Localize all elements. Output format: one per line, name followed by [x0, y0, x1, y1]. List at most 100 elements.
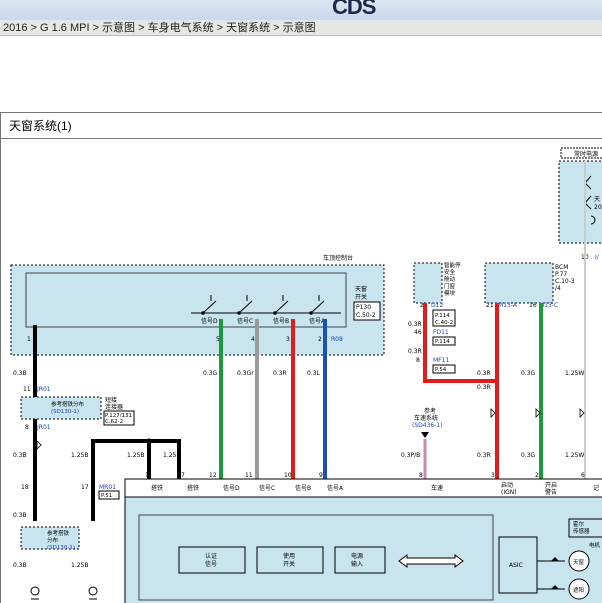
d12-label: D12 — [431, 302, 443, 309]
overhead-console-label: 车顶控制台 — [323, 254, 353, 262]
svg-text:20: 20 — [594, 204, 602, 211]
wire-03g-b: 0.3G — [521, 370, 536, 377]
svg-text:(SD130-1): (SD130-1) — [47, 545, 75, 551]
pin-2: 2 — [318, 336, 322, 343]
svg-text:0.3B: 0.3B — [13, 562, 27, 569]
wire-03r-c: 0.3R — [273, 370, 287, 377]
blabel-b: 信号B — [295, 484, 311, 492]
svg-text:分布: 分布 — [47, 536, 59, 544]
mf11-ref: P.54 — [435, 367, 447, 373]
asic-label: ASIC — [509, 562, 523, 569]
bpin-7: 7 — [181, 472, 185, 479]
wire-125w-b: 1.25W — [565, 452, 584, 459]
bcm-ref3: /4 — [555, 285, 561, 292]
blabel-d: 信号D — [223, 484, 240, 492]
top-right-side: 天 — [594, 196, 600, 203]
svg-text:I/: I/ — [595, 254, 600, 261]
p51-ref: P.51 — [101, 493, 112, 499]
pin-11: 11 — [23, 386, 31, 393]
wire-125w-a: 1.25W — [565, 370, 584, 377]
auth-1: 认证 — [205, 552, 217, 560]
svg-text:8: 8 — [25, 424, 29, 431]
bpin-12: 12 — [209, 472, 217, 479]
bpin-6: 6 — [581, 472, 585, 479]
module-l3: 舱动 — [444, 275, 456, 283]
pin-17: 17 — [81, 484, 89, 491]
blabel-ign2: (IGN) — [501, 489, 517, 496]
wiring-diagram[interactable]: 常时电源 天 20 10 I/ 车顶控制台 天窗 开关 P130 C.50-2 … — [1, 139, 602, 603]
bpin-9: 9 — [319, 472, 323, 479]
jr01-label-b: JR01 — [36, 424, 51, 431]
power-2: 输入 — [351, 560, 363, 568]
power-1: 电源 — [351, 552, 363, 560]
use-1: 使用 — [283, 552, 295, 560]
short-ref-2: C.62-2 — [105, 419, 123, 425]
blabel-gnd1: 搭铁 — [151, 484, 163, 492]
wire-03r-d: 0.3R — [477, 370, 491, 377]
blabel-a: 信号A — [327, 484, 344, 492]
wire-03g-c: 0.3G — [521, 452, 536, 459]
sunroof-blk: 天窗 — [573, 558, 585, 566]
pin-18: 18 — [21, 484, 29, 491]
ground-ref-3: 参考搭铁 — [47, 529, 70, 537]
blabel-c: 信号C — [259, 484, 275, 492]
fd11-label: FD11 — [433, 329, 449, 336]
pin-4: 4 — [251, 336, 255, 343]
fd11-ref: P.114 — [435, 339, 450, 345]
svg-text:开关: 开关 — [355, 293, 367, 301]
mf11-label: MF11 — [433, 357, 449, 364]
module-l4: 门窗 — [444, 282, 456, 290]
diagram-panel: 天窗系统(1) 常时电源 天 20 10 I/ 车顶控制台 天窗 开关 P130… — [0, 112, 602, 603]
bpin-10: 10 — [284, 472, 292, 479]
ground-ref-1: 参考搭铁分布 — [51, 400, 85, 408]
wire-03pb: 0.3P/B — [401, 452, 420, 459]
bcm-ref1: P.77 — [555, 271, 567, 278]
ref-speed-1: 参考 — [424, 407, 436, 415]
bpin-11: 11 — [245, 472, 253, 479]
wire-03r-b: 0.3R — [408, 348, 422, 355]
motor-label: 电机 — [589, 541, 601, 549]
wire-03b-c: 0.3B — [13, 512, 27, 519]
ground-ref-2: (SD130-1) — [51, 409, 79, 415]
short-conn-2: 连接器 — [105, 403, 123, 411]
blabel-gnd2: 搭铁 — [187, 484, 199, 492]
svg-text:1.25B: 1.25B — [71, 562, 88, 569]
module-l1: 智能停 — [444, 261, 461, 269]
sig-c: 信号C — [237, 317, 253, 325]
ref-speed-2: 车速系统 — [414, 414, 438, 422]
bpin-3: 3 — [491, 472, 495, 479]
bpin-1: 1 — [145, 472, 149, 479]
short-conn-1: 短接 — [105, 396, 117, 404]
wire-03r-f: 0.3R — [477, 452, 491, 459]
auth-2: 信号 — [205, 560, 217, 568]
panel-title: 天窗系统(1) — [1, 113, 602, 139]
blabel-ign1: 启动 — [501, 481, 513, 489]
pin-8: 8 — [416, 357, 420, 364]
switch-ref-1: P130 — [356, 304, 371, 311]
wire-03r-a: 0.3R — [408, 321, 422, 328]
m13a-label: M13-A — [498, 302, 518, 309]
jr01-label-a: JR01 — [36, 386, 51, 393]
bcm-ref2: C.10-3 — [555, 278, 575, 285]
sunroof-switch-label: 天窗 — [355, 285, 367, 293]
pin-3: 3 — [286, 336, 290, 343]
module-l2: 安全 — [444, 268, 456, 276]
pin-46: 46 — [414, 329, 422, 336]
breadcrumb[interactable]: 2016 > G 1.6 MPI > 示意图 > 车身电气系统 > 天窗系统 >… — [0, 20, 602, 36]
wire-125b-c: 1.25B — [163, 452, 180, 459]
pin-16: 16 — [529, 302, 537, 309]
wire-03b-a: 0.3B — [13, 370, 27, 377]
ref-speed-3: (SD436-1) — [412, 422, 443, 429]
hall-2: 传感器 — [573, 527, 590, 535]
wire-125b-a: 1.25B — [71, 452, 88, 459]
top-banner: CDS — [0, 0, 602, 20]
blabel-warn1: 开启 — [545, 481, 557, 489]
pin-1: 1 — [27, 336, 31, 343]
cds-logo: CDS — [332, 0, 376, 19]
wire-125b-b: 1.25B — [127, 452, 144, 459]
mr01-label: MR01 — [99, 484, 116, 491]
blabel-warn2: 警告 — [545, 488, 557, 496]
shade-blk: 遮阳 — [573, 586, 584, 594]
r08-label: R08 — [331, 336, 343, 343]
wire-03gr: 0.3Gr — [237, 370, 254, 377]
